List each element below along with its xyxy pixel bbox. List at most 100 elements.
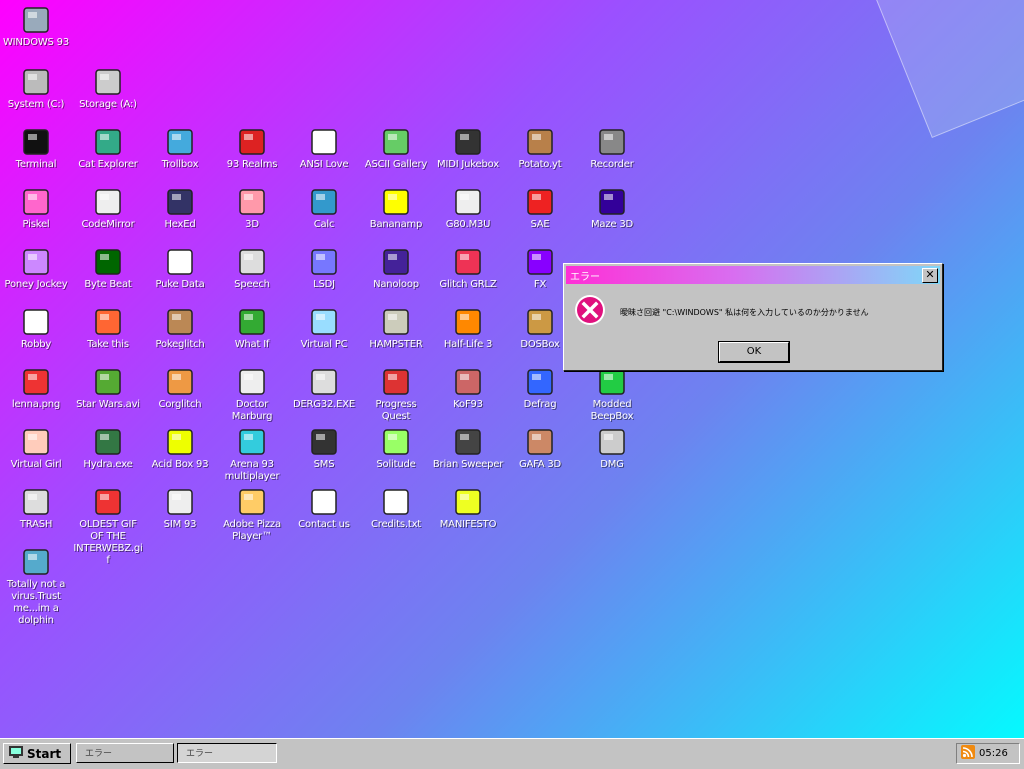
desktop-icon-label: Acid Box 93 — [151, 459, 209, 470]
desktop-icon[interactable]: ANSI Love — [288, 126, 360, 171]
computer-icon — [20, 4, 52, 36]
desktop-icon[interactable]: KoF93 — [432, 366, 504, 411]
desktop-icon[interactable]: Acid Box 93 — [144, 426, 216, 471]
desktop-icon[interactable]: SIM 93 — [144, 486, 216, 531]
desktop-icon[interactable]: TRASH — [0, 486, 72, 531]
palette-icon — [20, 186, 52, 218]
drive-icon — [20, 66, 52, 98]
bars-icon — [236, 306, 268, 338]
desktop-icon[interactable]: Progress Quest — [360, 366, 432, 423]
desktop-icon[interactable]: Recorder — [576, 126, 648, 171]
dialog-titlebar[interactable]: エラー ✕ — [566, 266, 940, 284]
desktop-icon[interactable]: Arena 93 multiplayer — [216, 426, 288, 483]
desktop-icon[interactable]: ASCII Gallery — [360, 126, 432, 171]
desktop-icon[interactable]: Calc — [288, 186, 360, 231]
desktop-icon-label: DERG32.EXE — [292, 399, 356, 410]
desktop-icon[interactable]: Byte Beat — [72, 246, 144, 291]
taskbar-window-2[interactable]: エラー — [177, 743, 277, 763]
desktop-icon[interactable]: Terminal — [0, 126, 72, 171]
desktop-icon-label: GAFA 3D — [518, 459, 562, 470]
desktop-icon-label: KoF93 — [453, 399, 483, 410]
desktop-icon[interactable]: HAMPSTER — [360, 306, 432, 351]
desktop-icon-label: HexEd — [164, 219, 196, 230]
desktop-icon[interactable]: SAE — [504, 186, 576, 231]
pd-icon — [164, 246, 196, 278]
desktop-icon-label: Take this — [87, 339, 129, 350]
desktop-icon[interactable]: Bananamp — [360, 186, 432, 231]
desktop-icon[interactable]: Cat Explorer — [72, 126, 144, 171]
desktop-icon-label: ANSI Love — [299, 159, 349, 170]
desktop-icon[interactable]: lenna.png — [0, 366, 72, 411]
desktop-icon[interactable]: HexEd — [144, 186, 216, 231]
desktop-icon-label: lenna.png — [11, 399, 61, 410]
desktop-icon[interactable]: DERG32.EXE — [288, 366, 360, 411]
desktop-icon[interactable]: Robby — [0, 306, 72, 351]
desktop-icon[interactable]: Totally not a virus.Trust me...im a dolp… — [0, 546, 72, 627]
desktop-icon[interactable]: G80.M3U — [432, 186, 504, 231]
pony-icon — [20, 246, 52, 278]
taskbar-window-1[interactable]: エラー — [76, 743, 174, 763]
stick-figure-icon — [20, 306, 52, 338]
desktop-icon[interactable]: Hydra.exe — [72, 426, 144, 471]
text-file-icon — [380, 486, 412, 518]
waveform-icon — [380, 246, 412, 278]
desktop-icon[interactable]: Corglitch — [144, 366, 216, 411]
desktop-icon[interactable]: Modded BeepBox — [576, 366, 648, 423]
desktop-icon-label: Virtual PC — [300, 339, 348, 350]
desktop-icon[interactable]: Virtual Girl — [0, 426, 72, 471]
desktop-icon-label: System (C:) — [7, 99, 65, 110]
desktop-icon[interactable]: Piskel — [0, 186, 72, 231]
desktop-icon[interactable]: Half-Life 3 — [432, 306, 504, 351]
desktop-icon[interactable]: Maze 3D — [576, 186, 648, 231]
desktop-icon[interactable]: Brian Sweeper — [432, 426, 504, 471]
desktop-icon[interactable]: SMS — [288, 426, 360, 471]
desktop-icon[interactable]: MIDI Jukebox — [432, 126, 504, 171]
desktop-icon[interactable]: OLDEST GIF OF THE INTERWEBZ.gif — [72, 486, 144, 567]
desktop-icon[interactable]: Defrag — [504, 366, 576, 411]
desktop-icon[interactable]: Poney Jockey — [0, 246, 72, 291]
desktop-icon-label: Doctor Marburg — [231, 399, 273, 422]
desktop-icon[interactable]: Take this — [72, 306, 144, 351]
desktop-icon[interactable]: 93 Realms — [216, 126, 288, 171]
pixel-character-icon — [92, 306, 124, 338]
desktop-icon[interactable]: WINDOWS 93 — [0, 4, 72, 49]
desktop-icon[interactable]: CodeMirror — [72, 186, 144, 231]
desktop-icon[interactable]: Star Wars.avi — [72, 366, 144, 411]
desktop-icon[interactable]: Storage (A:) — [72, 66, 144, 111]
desktop-icon[interactable]: GAFA 3D — [504, 426, 576, 471]
desktop-icon[interactable]: Glitch GRLZ — [432, 246, 504, 291]
desktop-icon[interactable]: Potato.yt — [504, 126, 576, 171]
desktop-icon[interactable]: Trollbox — [144, 126, 216, 171]
desktop-icon[interactable]: Puke Data — [144, 246, 216, 291]
desktop-icon[interactable]: Speech — [216, 246, 288, 291]
desktop-icon[interactable]: Solitude — [360, 426, 432, 471]
desktop-icon-label: Piskel — [22, 219, 50, 230]
desktop-icon-label: Solitude — [376, 459, 416, 470]
desktop-icon[interactable]: Contact us — [288, 486, 360, 531]
desktop-icon[interactable]: Doctor Marburg — [216, 366, 288, 423]
desktop-icon[interactable]: Virtual PC — [288, 306, 360, 351]
desktop-icon-label: Glitch GRLZ — [439, 279, 497, 290]
desktop-icon-label: Robby — [20, 339, 52, 350]
dialog-close-button[interactable]: ✕ — [922, 267, 938, 283]
desktop-icon-label: Cat Explorer — [78, 159, 138, 170]
desktop-icon-label: What If — [234, 339, 270, 350]
rss-icon[interactable] — [961, 745, 975, 762]
desktop-icon[interactable]: MANIFESTO — [432, 486, 504, 531]
chat-smiley-icon — [164, 126, 196, 158]
desktop-icon-label: WINDOWS 93 — [2, 37, 70, 48]
desktop-icon[interactable]: Pokeglitch — [144, 306, 216, 351]
desktop-icon[interactable]: 3D — [216, 186, 288, 231]
desktop-icon[interactable]: DMG — [576, 426, 648, 471]
ascii-123-icon — [380, 126, 412, 158]
desktop-icon[interactable]: Nanoloop — [360, 246, 432, 291]
desktop-icon[interactable]: Adobe Pizza Player™ — [216, 486, 288, 543]
teapot-icon — [236, 186, 268, 218]
desktop-icon[interactable]: Credits.txt — [360, 486, 432, 531]
ok-button[interactable]: OK — [718, 341, 790, 363]
desktop-icon[interactable]: System (C:) — [0, 66, 72, 111]
start-button[interactable]: Start — [3, 743, 71, 764]
desktop-icon[interactable]: LSDJ — [288, 246, 360, 291]
desktop-icon[interactable]: What If — [216, 306, 288, 351]
error-x-icon — [574, 294, 606, 330]
